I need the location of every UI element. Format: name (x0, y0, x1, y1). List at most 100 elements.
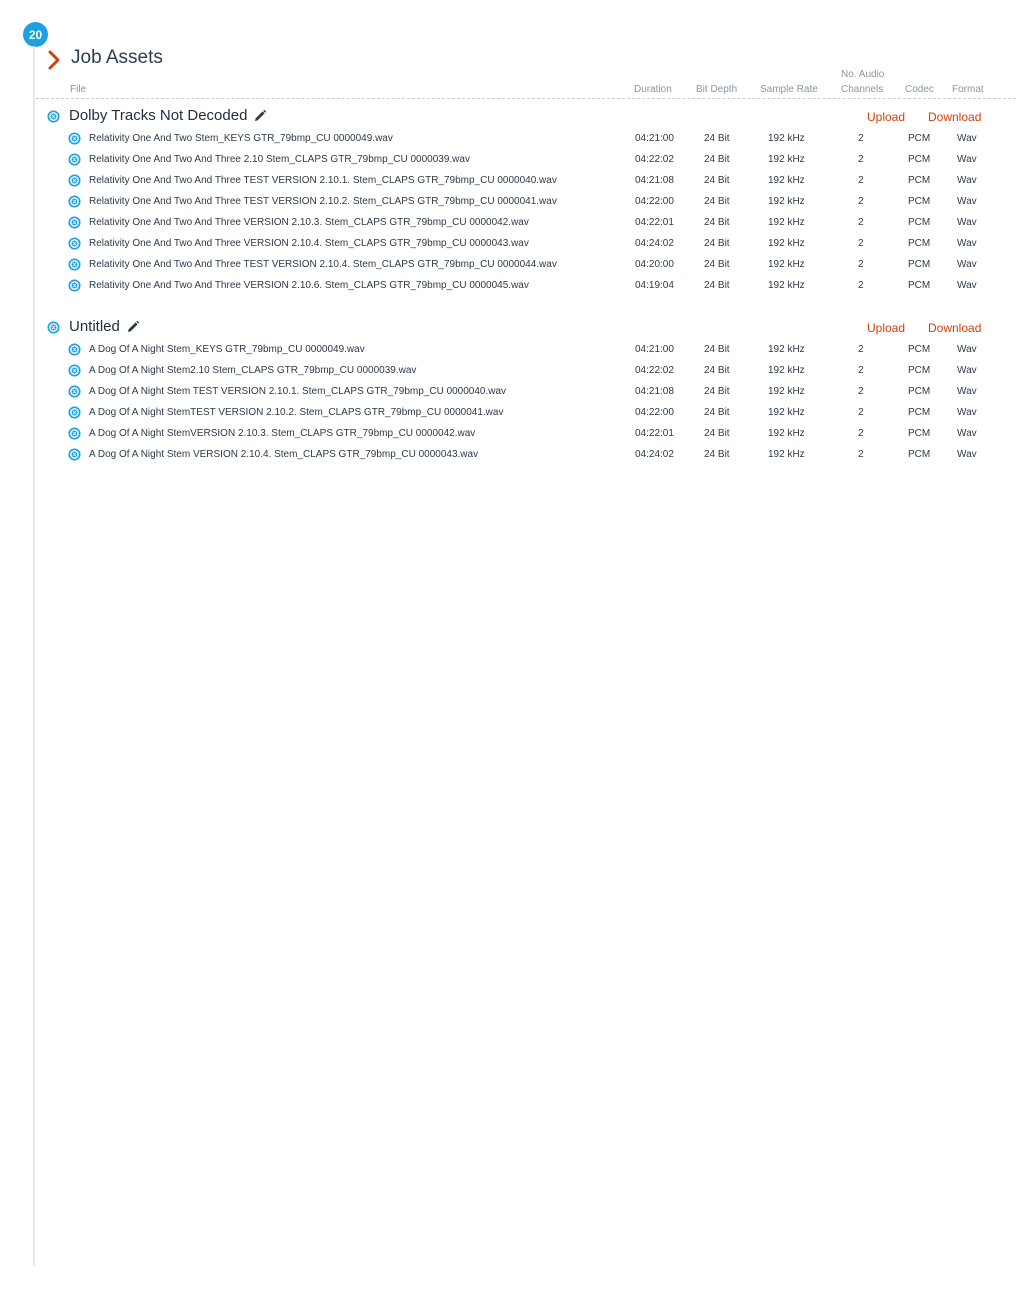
bit-depth-cell: 24 Bit (704, 280, 730, 291)
file-name: A Dog Of A Night Stem VERSION 2.10.4. St… (89, 449, 479, 460)
duration-cell: 04:22:02 (635, 365, 674, 376)
group-header: Untitled Upload Download (0, 317, 1018, 339)
table-row: Relativity One And Two And Three TEST VE… (0, 191, 1018, 212)
codec-cell: PCM (908, 407, 931, 418)
bit-depth-cell: 24 Bit (704, 217, 730, 228)
remove-file-icon[interactable] (68, 279, 81, 292)
remove-file-icon[interactable] (68, 216, 81, 229)
table-row: Relativity One And Two And Three VERSION… (0, 275, 1018, 296)
codec-cell: PCM (908, 196, 931, 207)
chevron-right-icon[interactable] (46, 50, 62, 70)
file-name: Relativity One And Two And Three VERSION… (89, 217, 529, 228)
format-cell: Wav (957, 238, 977, 249)
upload-button[interactable]: Upload (867, 320, 905, 336)
duration-cell: 04:22:01 (635, 428, 674, 439)
bit-depth-cell: 24 Bit (704, 133, 730, 144)
duration-cell: 04:22:00 (635, 407, 674, 418)
bit-depth-cell: 24 Bit (704, 259, 730, 270)
duration-cell: 04:22:01 (635, 217, 674, 228)
file-name: A Dog Of A Night Stem_KEYS GTR_79bmp_CU … (89, 344, 365, 355)
pencil-icon[interactable] (126, 320, 140, 334)
codec-cell: PCM (908, 344, 931, 355)
table-row: Relativity One And Two And Three VERSION… (0, 233, 1018, 254)
codec-cell: PCM (908, 154, 931, 165)
remove-file-icon[interactable] (68, 132, 81, 145)
format-cell: Wav (957, 280, 977, 291)
column-header-format: Format (952, 84, 984, 95)
table-row: A Dog Of A Night StemTEST VERSION 2.10.2… (0, 402, 1018, 423)
remove-file-icon[interactable] (68, 364, 81, 377)
format-cell: Wav (957, 259, 977, 270)
remove-file-icon[interactable] (68, 237, 81, 250)
sample-rate-cell: 192 kHz (768, 280, 805, 291)
format-cell: Wav (957, 154, 977, 165)
codec-cell: PCM (908, 365, 931, 376)
duration-cell: 04:22:00 (635, 196, 674, 207)
channels-cell: 2 (858, 386, 864, 397)
download-button[interactable]: Download (928, 320, 981, 336)
group-title: Dolby Tracks Not Decoded (69, 106, 267, 126)
bit-depth-cell: 24 Bit (704, 154, 730, 165)
duration-cell: 04:22:02 (635, 154, 674, 165)
format-cell: Wav (957, 386, 977, 397)
pencil-icon[interactable] (253, 109, 267, 123)
format-cell: Wav (957, 344, 977, 355)
codec-cell: PCM (908, 449, 931, 460)
remove-file-icon[interactable] (68, 258, 81, 271)
remove-group-icon[interactable] (47, 321, 60, 334)
remove-file-icon[interactable] (68, 195, 81, 208)
channels-cell: 2 (858, 238, 864, 249)
sample-rate-cell: 192 kHz (768, 238, 805, 249)
file-name: A Dog Of A Night Stem2.10 Stem_CLAPS GTR… (89, 365, 417, 376)
bit-depth-cell: 24 Bit (704, 344, 730, 355)
file-name: A Dog Of A Night Stem TEST VERSION 2.10.… (89, 386, 507, 397)
sample-rate-cell: 192 kHz (768, 133, 805, 144)
download-button[interactable]: Download (928, 109, 981, 125)
channels-cell: 2 (858, 365, 864, 376)
format-cell: Wav (957, 428, 977, 439)
file-name: Relativity One And Two And Three TEST VE… (89, 196, 557, 207)
codec-cell: PCM (908, 280, 931, 291)
table-row: Relativity One And Two And Three 2.10 St… (0, 149, 1018, 170)
remove-group-icon[interactable] (47, 110, 60, 123)
table-row: Relativity One And Two And Three TEST VE… (0, 254, 1018, 275)
bit-depth-cell: 24 Bit (704, 196, 730, 207)
sample-rate-cell: 192 kHz (768, 175, 805, 186)
column-header-channels-line1: No. Audio (841, 69, 885, 80)
remove-file-icon[interactable] (68, 448, 81, 461)
duration-cell: 04:21:00 (635, 344, 674, 355)
table-row: A Dog Of A Night Stem TEST VERSION 2.10.… (0, 381, 1018, 402)
remove-file-icon[interactable] (68, 153, 81, 166)
remove-file-icon[interactable] (68, 174, 81, 187)
upload-button[interactable]: Upload (867, 109, 905, 125)
table-row: Relativity One And Two And Three VERSION… (0, 212, 1018, 233)
file-name: Relativity One And Two And Three VERSION… (89, 280, 529, 291)
table-row: A Dog Of A Night Stem VERSION 2.10.4. St… (0, 444, 1018, 465)
duration-cell: 04:19:04 (635, 280, 674, 291)
group-title: Untitled (69, 317, 140, 337)
group-title-text: Untitled (69, 318, 120, 335)
group-header: Dolby Tracks Not Decoded Upload Download (0, 106, 1018, 128)
codec-cell: PCM (908, 386, 931, 397)
bit-depth-cell: 24 Bit (704, 386, 730, 397)
step-badge: 20 (23, 22, 48, 47)
channels-cell: 2 (858, 407, 864, 418)
remove-file-icon[interactable] (68, 385, 81, 398)
remove-file-icon[interactable] (68, 343, 81, 356)
column-header-channels-line2: Channels (841, 84, 884, 95)
file-name: Relativity One And Two And Three 2.10 St… (89, 154, 470, 165)
sample-rate-cell: 192 kHz (768, 365, 805, 376)
table-row: A Dog Of A Night StemVERSION 2.10.3. Ste… (0, 423, 1018, 444)
remove-file-icon[interactable] (68, 427, 81, 440)
file-name: A Dog Of A Night StemTEST VERSION 2.10.2… (89, 407, 504, 418)
channels-cell: 2 (858, 344, 864, 355)
sample-rate-cell: 192 kHz (768, 217, 805, 228)
sample-rate-cell: 192 kHz (768, 407, 805, 418)
remove-file-icon[interactable] (68, 406, 81, 419)
file-name: Relativity One And Two And Three TEST VE… (89, 259, 557, 270)
channels-cell: 2 (858, 259, 864, 270)
column-header-codec: Codec (905, 84, 934, 95)
file-name: A Dog Of A Night StemVERSION 2.10.3. Ste… (89, 428, 476, 439)
duration-cell: 04:21:00 (635, 133, 674, 144)
codec-cell: PCM (908, 428, 931, 439)
